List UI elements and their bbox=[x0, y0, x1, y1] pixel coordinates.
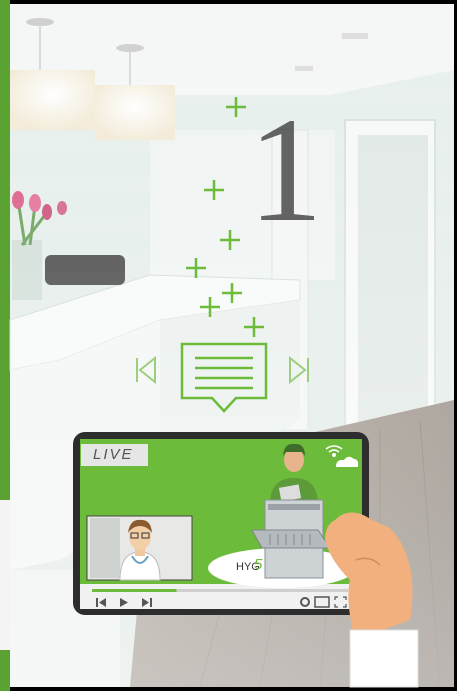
product-number: 5 bbox=[254, 556, 263, 573]
thumbnail-door bbox=[90, 518, 120, 578]
illustration: 1 LIVE HYG 5 bbox=[0, 0, 457, 691]
scene-svg bbox=[0, 0, 457, 691]
live-badge: LIVE bbox=[81, 444, 148, 466]
progress-fill bbox=[92, 589, 177, 592]
sleeve bbox=[349, 629, 419, 688]
room-number: 1 bbox=[248, 87, 323, 253]
left-white-edge bbox=[0, 500, 10, 650]
